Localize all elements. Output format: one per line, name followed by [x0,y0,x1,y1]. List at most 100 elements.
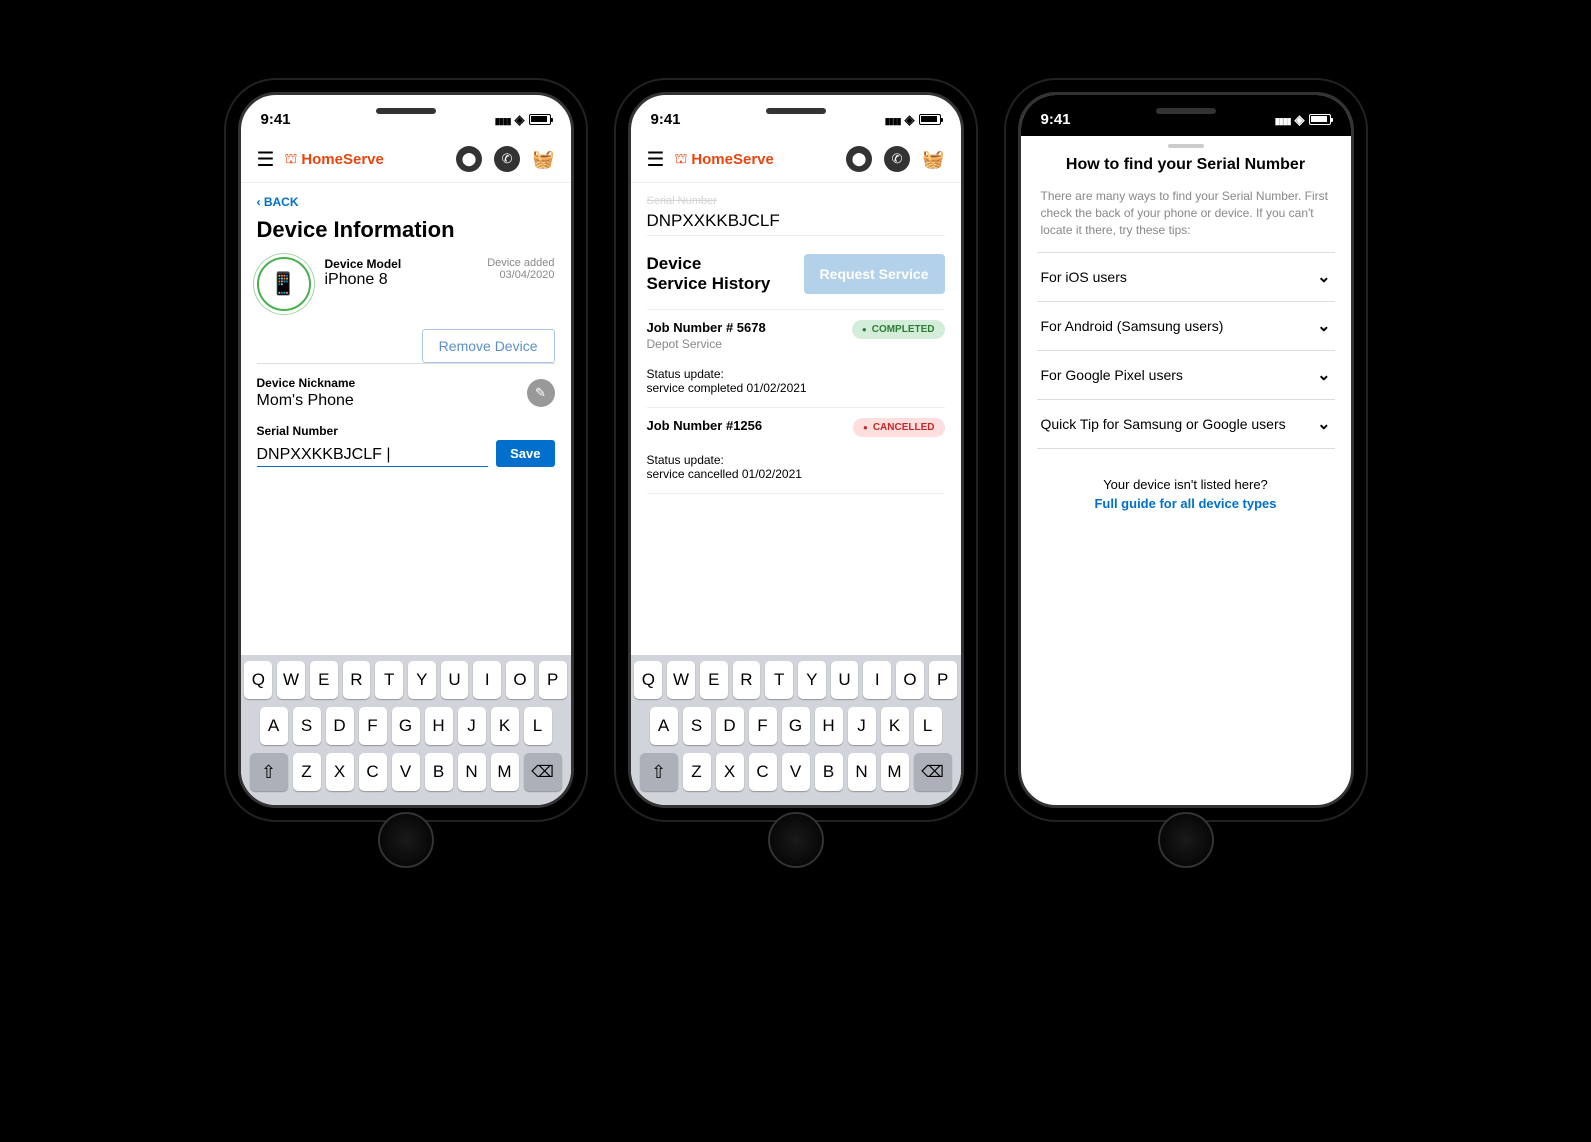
key-t[interactable]: T [375,661,403,699]
save-button[interactable]: Save [496,440,554,467]
key-l[interactable]: L [914,707,942,745]
key-v[interactable]: V [392,753,420,791]
key-g[interactable]: G [392,707,420,745]
serial-input[interactable]: DNPXXKKBJCLF | [257,446,489,467]
device-status-ring: 📱 [257,257,311,311]
key-o[interactable]: O [896,661,924,699]
basket-icon[interactable]: 🧺 [922,149,944,170]
keyboard[interactable]: QWERTYUIOP ASDFGHJKL ZXCVBNM [241,655,571,805]
key-l[interactable]: L [524,707,552,745]
phone-mockup-2: 9:41 ☰ ⛫ HomeServe ⬤ ✆ 🧺 Serial Nu [616,80,976,820]
key-x[interactable]: X [326,753,354,791]
key-r[interactable]: R [733,661,761,699]
key-x[interactable]: X [716,753,744,791]
key-m[interactable]: M [491,753,519,791]
home-button[interactable] [768,812,824,868]
key-t[interactable]: T [765,661,793,699]
key-u[interactable]: U [441,661,469,699]
key-q[interactable]: Q [634,661,662,699]
key-k[interactable]: K [881,707,909,745]
key-f[interactable]: F [749,707,777,745]
key-h[interactable]: H [815,707,843,745]
remove-device-button[interactable]: Remove Device [422,329,555,363]
key-o[interactable]: O [506,661,534,699]
key-f[interactable]: F [359,707,387,745]
clock-icon[interactable]: ✆ [494,146,520,172]
key-j[interactable]: J [848,707,876,745]
key-e[interactable]: E [310,661,338,699]
request-service-button[interactable]: Request Service [804,254,945,294]
status-bar: 9:41 [1021,95,1351,136]
accordion-item[interactable]: For iOS users [1037,252,1335,302]
page-title: Device Information [257,217,555,243]
location-icon[interactable]: ⬤ [456,146,482,172]
menu-icon[interactable]: ☰ [257,147,275,172]
key-d[interactable]: D [716,707,744,745]
basket-icon[interactable]: 🧺 [532,149,554,170]
key-b[interactable]: B [425,753,453,791]
key-s[interactable]: S [293,707,321,745]
key-b[interactable]: B [815,753,843,791]
phone-mockup-1: 9:41 ☰ ⛫ HomeServe ⬤ ✆ 🧺 ‹ BACK [226,80,586,820]
keyboard[interactable]: QWERTYUIOP ASDFGHJKL ZXCVBNM [631,655,961,805]
key-d[interactable]: D [326,707,354,745]
key-q[interactable]: Q [244,661,272,699]
backspace-key[interactable] [524,753,562,791]
key-e[interactable]: E [700,661,728,699]
key-w[interactable]: W [277,661,305,699]
accordion-item[interactable]: Quick Tip for Samsung or Google users [1037,400,1335,449]
key-r[interactable]: R [343,661,371,699]
key-v[interactable]: V [782,753,810,791]
key-z[interactable]: Z [293,753,321,791]
job-number: Job Number #1256 [647,418,763,433]
edit-icon[interactable]: ✎ [527,379,555,407]
key-i[interactable]: I [863,661,891,699]
key-j[interactable]: J [458,707,486,745]
key-k[interactable]: K [491,707,519,745]
key-c[interactable]: C [359,753,387,791]
sheet-handle[interactable] [1168,144,1204,148]
backspace-key[interactable] [914,753,952,791]
full-guide-link[interactable]: Full guide for all device types [1037,496,1335,511]
clock-icon[interactable]: ✆ [884,146,910,172]
key-p[interactable]: P [539,661,567,699]
accordion-item[interactable]: For Android (Samsung users) [1037,302,1335,351]
added-date: 03/04/2020 [487,269,554,281]
wifi-icon [515,111,525,128]
key-u[interactable]: U [831,661,859,699]
chevron-down-icon [1317,414,1330,434]
key-c[interactable]: C [749,753,777,791]
serial-label: Serial Number [257,424,555,438]
home-button[interactable] [378,812,434,868]
brand-logo[interactable]: ⛫ HomeServe [674,150,773,169]
key-a[interactable]: A [260,707,288,745]
kb-row-3: ZXCVBNM [245,753,567,791]
location-icon[interactable]: ⬤ [846,146,872,172]
serial-label-partial: Serial Number [647,195,945,207]
key-a[interactable]: A [650,707,678,745]
key-h[interactable]: H [425,707,453,745]
key-w[interactable]: W [667,661,695,699]
kb-row-2: ASDFGHJKL [245,707,567,745]
key-i[interactable]: I [473,661,501,699]
shift-key[interactable] [250,753,288,791]
back-button[interactable]: ‹ BACK [257,195,555,209]
status-update: Status update:service cancelled 01/02/20… [647,453,945,481]
key-g[interactable]: G [782,707,810,745]
home-button[interactable] [1158,812,1214,868]
key-n[interactable]: N [458,753,486,791]
menu-icon[interactable]: ☰ [647,147,665,172]
house-icon: ⛫ [284,150,297,169]
key-s[interactable]: S [683,707,711,745]
battery-icon [919,114,941,125]
accordion-list: For iOS usersFor Android (Samsung users)… [1037,252,1335,449]
key-z[interactable]: Z [683,753,711,791]
key-p[interactable]: P [929,661,957,699]
key-y[interactable]: Y [798,661,826,699]
accordion-item[interactable]: For Google Pixel users [1037,351,1335,400]
key-m[interactable]: M [881,753,909,791]
brand-logo[interactable]: ⛫ HomeServe [284,150,383,169]
key-n[interactable]: N [848,753,876,791]
key-y[interactable]: Y [408,661,436,699]
shift-key[interactable] [640,753,678,791]
